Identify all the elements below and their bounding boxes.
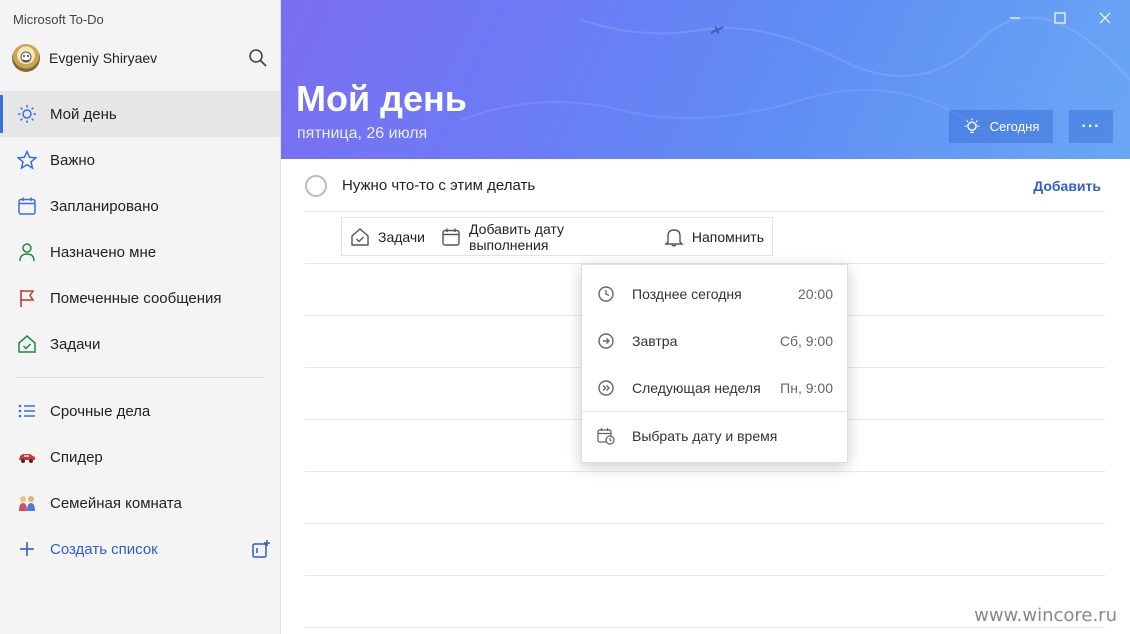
sidebar-list-label: Семейная комната [50, 494, 182, 512]
list-icon [16, 400, 38, 422]
user-name[interactable]: Evgeniy Shiryaev [49, 50, 246, 66]
reminder-label: Выбрать дату и время [632, 428, 778, 444]
sidebar: Microsoft To-Do Evgeniy Shiryaev Мой ден… [0, 0, 281, 634]
sidebar-item-label: Помеченные сообщения [50, 289, 222, 307]
close-button[interactable] [1087, 6, 1123, 30]
reminder-tomorrow[interactable]: Завтра Сб, 9:00 [582, 318, 847, 364]
sidebar-list-urgent[interactable]: Срочные дела [0, 388, 280, 434]
sidebar-item-tasks[interactable]: Задачи [0, 321, 280, 367]
home-icon [16, 333, 38, 355]
sidebar-item-label: Важно [50, 151, 96, 169]
user-row[interactable]: Evgeniy Shiryaev [12, 43, 270, 73]
sidebar-list-label: Срочные дела [50, 402, 151, 420]
star-icon [16, 149, 38, 171]
row-divider [305, 471, 1105, 472]
add-due-date-button[interactable]: Добавить дату выполнения [433, 218, 650, 255]
page-header: Мой день пятница, 26 июля Сегодня ··· [281, 0, 1130, 159]
add-task-button[interactable]: Добавить [1033, 178, 1101, 194]
add-task-input[interactable]: Нужно что-то с этим делать [342, 177, 1033, 194]
menu-divider [582, 411, 847, 412]
car-emoji-icon [16, 446, 38, 468]
sidebar-item-my-day[interactable]: Мой день [0, 91, 280, 137]
reminder-pick-date-time[interactable]: Выбрать дату и время [582, 413, 847, 459]
app-title: Microsoft To-Do [13, 12, 104, 27]
watermark: www.wincore.ru [974, 605, 1117, 626]
calendar-clock-icon [597, 427, 615, 445]
sidebar-item-label: Мой день [50, 105, 117, 123]
remind-label: Напомнить [691, 228, 764, 245]
calendar-icon [16, 195, 38, 217]
family-emoji-icon [16, 492, 38, 514]
tasks-list-label: Задачи [378, 228, 426, 245]
sidebar-item-label: Назначено мне [50, 243, 157, 261]
reminder-time: Сб, 9:00 [779, 333, 833, 349]
double-arrow-circle-icon [597, 379, 615, 397]
reminder-label: Следующая неделя [632, 380, 761, 396]
today-button[interactable]: Сегодня [949, 110, 1053, 143]
reminder-label: Позднее сегодня [632, 286, 742, 302]
create-list-button[interactable]: Создать список [0, 526, 280, 572]
bell-icon [664, 227, 684, 247]
calendar-icon [441, 227, 461, 247]
row-divider [305, 627, 1105, 628]
due-date-label: Добавить дату выполнения [469, 220, 564, 253]
reminder-label: Завтра [632, 333, 678, 349]
reminder-menu: Позднее сегодня 20:00 Завтра Сб, 9:00 Сл… [581, 264, 848, 463]
flag-icon [16, 287, 38, 309]
new-group-icon[interactable] [250, 538, 272, 560]
avatar[interactable] [12, 44, 40, 72]
page-date: пятница, 26 июля [297, 125, 428, 142]
sidebar-item-flagged[interactable]: Помеченные сообщения [0, 275, 280, 321]
reminder-later-today[interactable]: Позднее сегодня 20:00 [582, 271, 847, 317]
today-button-label: Сегодня [989, 119, 1040, 134]
reminder-time: 20:00 [797, 286, 833, 302]
person-icon [16, 241, 38, 263]
add-task-row: Нужно что-то с этим делать Добавить [305, 160, 1105, 212]
reminder-next-week[interactable]: Следующая неделя Пн, 9:00 [582, 365, 847, 411]
lightbulb-icon [963, 117, 981, 136]
clock-icon [597, 285, 615, 303]
sun-icon [16, 103, 38, 125]
sidebar-item-assigned[interactable]: Назначено мне [0, 229, 280, 275]
sidebar-divider [16, 377, 264, 378]
search-icon[interactable] [246, 46, 270, 70]
page-title: Мой день [296, 78, 467, 119]
maximize-button[interactable] [1042, 6, 1078, 30]
sidebar-item-label: Задачи [50, 335, 101, 353]
task-complete-checkbox[interactable] [305, 174, 327, 197]
sidebar-item-important[interactable]: Важно [0, 137, 280, 183]
sidebar-list-family-room[interactable]: Семейная комната [0, 480, 280, 526]
create-list-label: Создать список [50, 540, 158, 558]
remind-button[interactable]: Напомнить [650, 218, 772, 255]
task-options-toolbar: Задачи Добавить дату выполнения Напомнит… [341, 217, 773, 256]
more-options-button[interactable]: ··· [1069, 110, 1113, 143]
sidebar-item-label: Запланировано [50, 197, 159, 215]
arrow-circle-icon [597, 332, 615, 350]
plus-icon [16, 538, 38, 560]
home-icon [350, 227, 370, 247]
row-divider [305, 523, 1105, 524]
tasks-list-button[interactable]: Задачи [342, 218, 433, 255]
sidebar-list-spider[interactable]: Спидер [0, 434, 280, 480]
sidebar-list-label: Спидер [50, 448, 103, 466]
sidebar-item-planned[interactable]: Запланировано [0, 183, 280, 229]
minimize-button[interactable] [997, 6, 1033, 30]
sidebar-nav: Мой день Важно Запланировано Назначено м… [0, 91, 280, 572]
row-divider [305, 575, 1105, 576]
reminder-time: Пн, 9:00 [780, 380, 833, 396]
